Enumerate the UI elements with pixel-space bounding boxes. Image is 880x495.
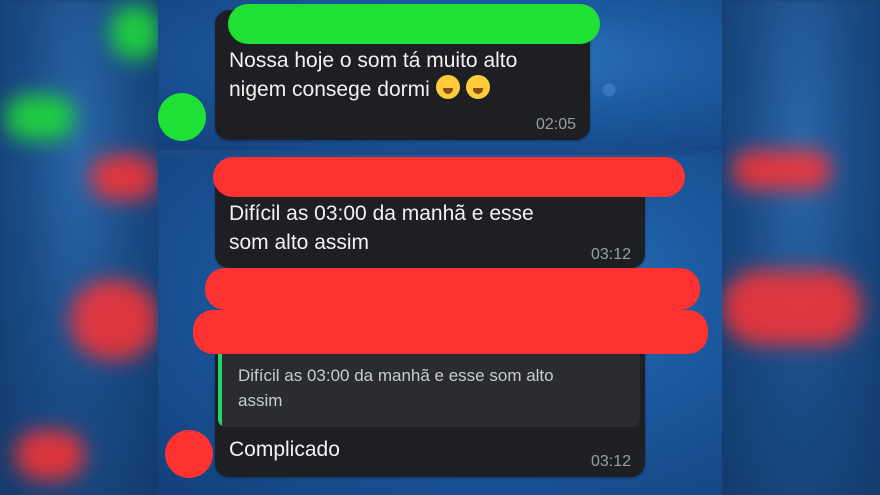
message-text-line: Difícil as 03:00 da manhã e esse xyxy=(229,202,534,225)
avatar[interactable] xyxy=(158,93,206,141)
blurred-background-left xyxy=(0,0,160,495)
blurred-background-right xyxy=(722,0,880,495)
blurred-red-blob xyxy=(15,430,85,480)
message-text-line: Nossa hoje o som tá muito alto xyxy=(229,49,518,72)
blurred-red-blob xyxy=(732,150,832,190)
blurred-red-blob xyxy=(90,155,158,200)
message-timestamp: 03:12 xyxy=(590,453,631,470)
blurred-red-blob xyxy=(722,270,862,345)
blurred-green-blob xyxy=(110,5,160,60)
quoted-text-line: assim xyxy=(238,391,283,410)
redacted-sender-name xyxy=(228,4,600,44)
message-timestamp: 02:05 xyxy=(535,116,576,133)
avatar[interactable] xyxy=(165,430,213,478)
message-text: Nossa hoje o som tá muito alto nigem con… xyxy=(229,46,589,104)
blurred-red-blob xyxy=(70,280,158,360)
quoted-text-line: Difícil as 03:00 da manhã e esse som alt… xyxy=(238,366,554,385)
yawning-face-icon xyxy=(435,75,460,99)
message-text: Complicado xyxy=(229,438,340,461)
yawning-face-icon xyxy=(465,75,490,99)
redacted-contact-info xyxy=(205,268,700,310)
quoted-message-text: Difícil as 03:00 da manhã e esse som alt… xyxy=(238,363,633,413)
redacted-quoted-sender xyxy=(193,310,708,354)
redacted-sender-name xyxy=(213,157,685,197)
blurred-green-blob xyxy=(5,95,75,140)
message-text: Difícil as 03:00 da manhã e esse som alt… xyxy=(229,199,639,257)
message-text-line: som alto assim xyxy=(229,231,370,254)
message-timestamp: 03:12 xyxy=(590,246,631,263)
message-text-line: nigem consege dormi xyxy=(229,75,589,104)
